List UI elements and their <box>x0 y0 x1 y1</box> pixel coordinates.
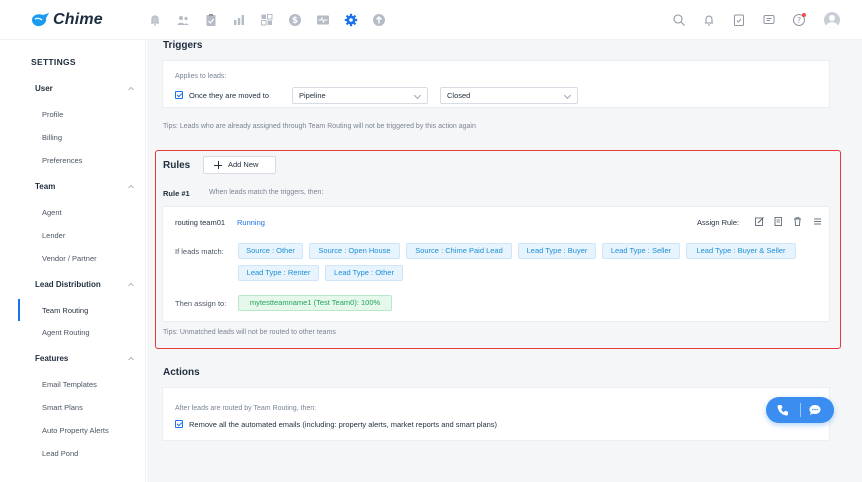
triggers-tip: Tips: Leads who are already assigned thr… <box>163 123 476 130</box>
sidebar-item-agent-routing[interactable]: Agent Routing <box>42 328 90 337</box>
chevron-up-icon[interactable] <box>128 86 134 92</box>
task-check-icon[interactable] <box>732 13 746 27</box>
sidebar-item-agent[interactable]: Agent <box>42 208 62 217</box>
top-bar: Chime $ ? <box>0 0 862 40</box>
chevron-up-icon[interactable] <box>128 184 134 190</box>
chime-logo[interactable]: Chime <box>30 11 120 29</box>
pipeline-select[interactable]: Pipeline <box>292 87 428 104</box>
chevron-down-icon <box>563 91 572 100</box>
people-icon[interactable] <box>176 13 190 27</box>
svg-text:?: ? <box>797 16 801 25</box>
avatar[interactable] <box>824 12 840 28</box>
moved-checkbox[interactable] <box>175 91 183 99</box>
sidebar-item-vendor-partner[interactable]: Vendor / Partner <box>42 254 97 263</box>
sidebar-item-team-routing[interactable]: Team Routing <box>42 306 88 315</box>
floating-contact-button[interactable] <box>766 397 834 423</box>
stage-select[interactable]: Closed <box>440 87 578 104</box>
sidebar-title: SETTINGS <box>31 57 76 67</box>
clipboard-check-icon[interactable] <box>204 13 218 27</box>
sidebar-item-auto-property-alerts[interactable]: Auto Property Alerts <box>42 426 109 435</box>
svg-text:$: $ <box>292 16 298 26</box>
triggers-card: Applies to leads: Once they are moved to… <box>162 60 830 108</box>
bell-icon[interactable] <box>702 13 716 27</box>
moved-checkbox-label: Once they are moved to <box>189 91 270 100</box>
sidebar-group-lead-distribution[interactable]: Lead Distribution <box>35 280 101 289</box>
chime-bird-icon <box>32 12 49 26</box>
message-icon[interactable] <box>762 13 776 27</box>
sidebar-group-features[interactable]: Features <box>35 354 68 363</box>
bell-alert-icon[interactable] <box>148 13 162 27</box>
rules-highlight-border <box>155 150 841 349</box>
sidebar-group-team[interactable]: Team <box>35 182 55 191</box>
settings-sidebar: SETTINGS User Profile Billing Preference… <box>0 40 146 482</box>
remove-emails-label: Remove all the automated emails (includi… <box>189 420 498 429</box>
stage-select-value: Closed <box>447 91 471 100</box>
brand-name: Chime <box>53 10 103 28</box>
actions-title: Actions <box>163 367 200 378</box>
chat-bubble-icon[interactable] <box>808 403 822 417</box>
notification-dot <box>802 13 806 17</box>
chevron-up-icon[interactable] <box>128 356 134 362</box>
phone-icon[interactable] <box>776 403 790 417</box>
search-icon[interactable] <box>672 13 686 27</box>
sidebar-item-email-templates[interactable]: Email Templates <box>42 380 97 389</box>
sidebar-item-preferences[interactable]: Preferences <box>42 156 82 165</box>
sidebar-item-billing[interactable]: Billing <box>42 133 62 142</box>
sidebar-group-user[interactable]: User <box>35 84 53 93</box>
sidebar-item-lead-pond[interactable]: Lead Pond <box>42 449 78 458</box>
dollar-icon[interactable]: $ <box>288 13 302 27</box>
bar-chart-icon[interactable] <box>232 13 246 27</box>
chevron-down-icon <box>413 91 422 100</box>
sidebar-item-lender[interactable]: Lender <box>42 231 65 240</box>
actions-card: After leads are routed by Team Routing, … <box>162 387 830 441</box>
applies-label: Applies to leads: <box>175 73 227 80</box>
remove-emails-checkbox[interactable] <box>175 420 183 428</box>
pulse-monitor-icon[interactable] <box>316 13 330 27</box>
help-icon[interactable]: ? <box>792 13 806 27</box>
upload-circle-icon[interactable] <box>372 13 386 27</box>
actions-description: After leads are routed by Team Routing, … <box>175 405 317 412</box>
top-right-actions: ? <box>656 12 840 28</box>
triggers-title: Triggers <box>163 40 203 51</box>
pipeline-select-value: Pipeline <box>299 91 326 100</box>
gear-icon[interactable] <box>344 13 358 27</box>
button-separator <box>800 403 801 417</box>
sidebar-item-profile[interactable]: Profile <box>42 110 63 119</box>
grid-layout-icon[interactable] <box>260 13 274 27</box>
active-indicator <box>18 299 20 321</box>
chevron-up-icon[interactable] <box>128 282 134 288</box>
sidebar-item-smart-plans[interactable]: Smart Plans <box>42 403 83 412</box>
main-nav: $ <box>148 13 400 27</box>
